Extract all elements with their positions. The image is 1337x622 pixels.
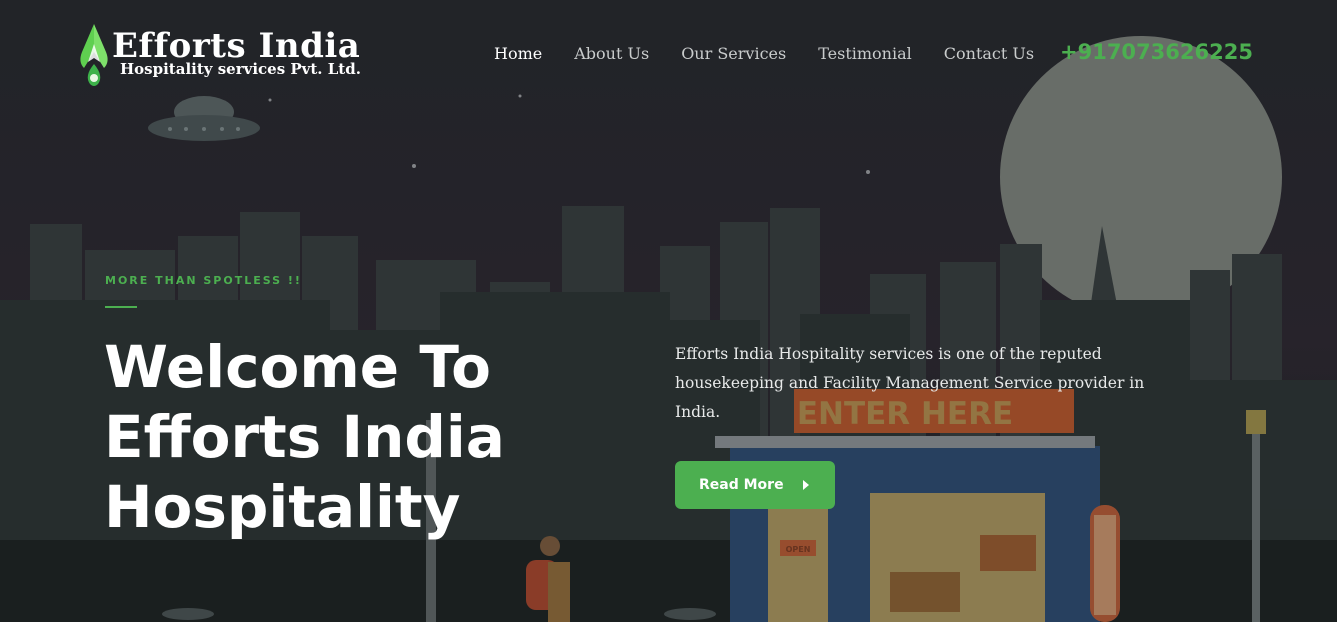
brand-tagline: Hospitality services Pvt. Ltd. [120,60,361,78]
eyebrow-divider [105,306,137,308]
caret-right-icon [803,480,809,490]
read-more-button[interactable]: Read More [675,461,835,509]
main-nav: Home About Us Our Services Testimonial C… [494,44,1066,63]
hero-title-line: Welcome To [104,333,492,401]
hero-eyebrow: MORE THAN SPOTLESS !! [105,274,302,287]
leaf-drop-icon [80,24,108,86]
nav-home[interactable]: Home [494,44,542,63]
brand-logo[interactable]: Efforts India Hospitality services Pvt. … [78,22,368,92]
nav-about-us[interactable]: About Us [574,44,649,63]
hero-title-line: Efforts India [104,403,505,471]
hero-description: Efforts India Hospitality services is on… [675,345,1145,421]
nav-contact-us[interactable]: Contact Us [944,44,1034,63]
hero-title: Welcome To Efforts India Hospitality [104,332,574,542]
phone-number-link[interactable]: +917073626225 [1060,40,1253,64]
nav-our-services[interactable]: Our Services [681,44,786,63]
nav-testimonial[interactable]: Testimonial [818,44,912,63]
read-more-label: Read More [699,477,784,493]
hero-title-line: Hospitality [104,473,461,541]
